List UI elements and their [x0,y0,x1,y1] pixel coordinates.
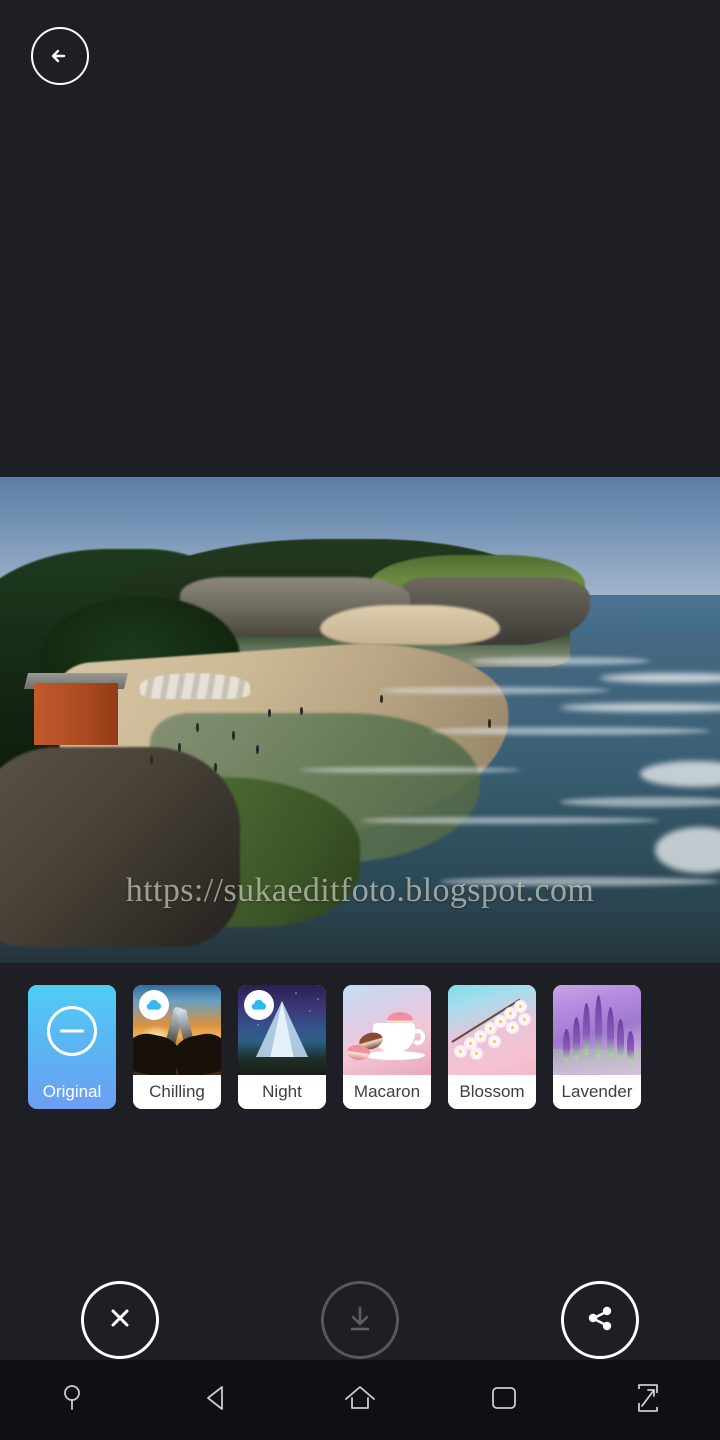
filter-item-blossom[interactable]: Blossom [448,985,536,1109]
filter-item-chilling[interactable]: Chilling [133,985,221,1109]
nav-home-button[interactable] [315,1370,405,1430]
cancel-button[interactable] [81,1281,159,1359]
filter-strip[interactable]: Original Chilling Night Macaron Blossom … [0,963,720,1133]
photo-preview[interactable]: https://sukaeditfoto.blogspot.com [0,477,720,963]
top-bar [0,0,720,477]
fullscreen-button[interactable] [603,1370,693,1430]
share-button[interactable] [561,1281,639,1359]
beach-photo: https://sukaeditfoto.blogspot.com [0,477,720,963]
filter-item-original[interactable]: Original [28,985,116,1109]
action-bar [0,1270,720,1370]
assistant-button[interactable] [27,1370,117,1430]
filter-thumb-blossom [448,985,536,1075]
filter-item-macaron[interactable]: Macaron [343,985,431,1109]
filter-label: Lavender [553,1075,641,1109]
filter-label: Night [238,1075,326,1109]
expand-arrows-icon [633,1381,663,1420]
filter-label: Blossom [448,1075,536,1109]
back-button[interactable] [31,27,89,85]
recents-square-icon [489,1384,519,1417]
filter-thumb-original [28,985,116,1075]
pin-icon [58,1381,86,1420]
filter-label: Macaron [343,1075,431,1109]
filter-label: Chilling [133,1075,221,1109]
filter-thumb-chilling [133,985,221,1075]
android-nav-bar [0,1360,720,1440]
filter-label: Original [42,1082,102,1101]
share-circle-icon [582,1300,618,1341]
home-icon [342,1383,378,1418]
arrow-left-circle-icon [44,40,76,72]
filter-item-lavender[interactable]: Lavender [553,985,641,1109]
minus-circle-icon [47,1006,97,1056]
filter-thumb-macaron [343,985,431,1075]
close-circle-icon [103,1301,137,1340]
watermark-text: https://sukaeditfoto.blogspot.com [125,872,595,909]
filter-item-night[interactable]: Night [238,985,326,1109]
cloud-download-icon[interactable] [139,990,169,1020]
save-button[interactable] [321,1281,399,1359]
cloud-download-icon[interactable] [244,990,274,1020]
filter-thumb-night [238,985,326,1075]
nav-back-button[interactable] [171,1370,261,1430]
back-triangle-icon [200,1382,232,1419]
filter-thumb-lavender [553,985,641,1075]
download-circle-icon [342,1300,378,1341]
nav-recents-button[interactable] [459,1370,549,1430]
